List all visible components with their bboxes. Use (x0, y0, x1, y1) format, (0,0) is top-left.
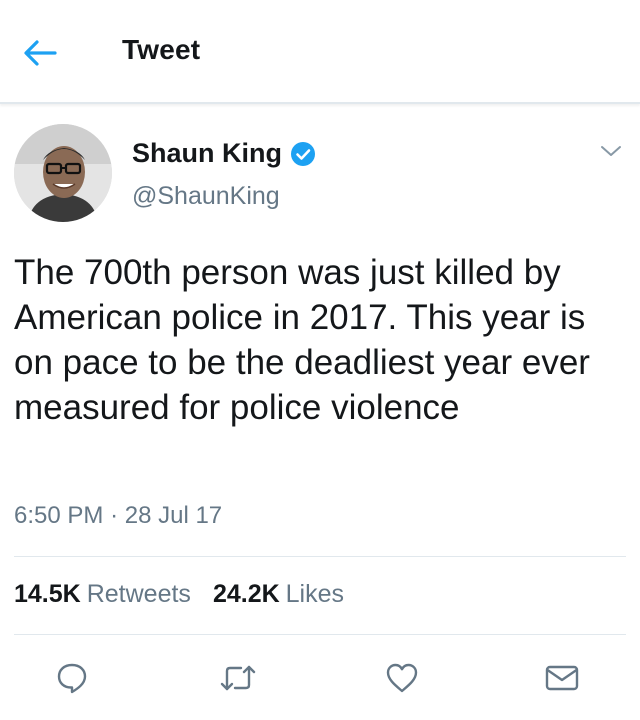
tweet-timestamp[interactable]: 6:50 PM · 28 Jul 17 (14, 502, 222, 530)
author-name-text: Shaun King (132, 138, 282, 168)
tweet-text: The 700th person was just killed by Amer… (14, 253, 590, 427)
retweet-button[interactable] (216, 656, 260, 700)
divider (14, 556, 626, 557)
verified-badge-icon (290, 141, 316, 167)
envelope-icon (545, 665, 579, 691)
timestamp-separator: · (110, 502, 119, 529)
arrow-left-icon (24, 40, 57, 66)
top-bar: Tweet (0, 0, 640, 104)
retweet-icon (220, 665, 256, 691)
retweets-label: Retweets (86, 580, 191, 608)
avatar-image (14, 124, 112, 222)
tweet-time: 6:50 PM (14, 502, 104, 529)
avatar[interactable] (14, 124, 112, 222)
tweet-date: 28 Jul 17 (124, 502, 223, 529)
tweet-stats: 14.5K Retweets 24.2K Likes (14, 580, 344, 609)
likes-count: 24.2K (212, 580, 280, 608)
reply-button[interactable] (50, 656, 94, 700)
divider (14, 634, 626, 635)
retweets-stat[interactable]: 14.5K Retweets (14, 580, 191, 609)
author-name[interactable]: Shaun King (132, 138, 316, 169)
retweets-count: 14.5K (14, 580, 81, 608)
author-handle[interactable]: @ShaunKing (132, 182, 280, 211)
more-options-button[interactable] (598, 142, 624, 160)
like-button[interactable] (380, 656, 424, 700)
reply-icon (57, 663, 87, 694)
back-button[interactable] (18, 36, 62, 70)
direct-message-button[interactable] (540, 656, 584, 700)
chevron-down-icon (601, 146, 621, 156)
likes-stat[interactable]: 24.2K Likes (213, 580, 344, 609)
likes-label: Likes (285, 580, 345, 608)
heart-icon (386, 663, 418, 693)
page-title: Tweet (122, 34, 201, 65)
